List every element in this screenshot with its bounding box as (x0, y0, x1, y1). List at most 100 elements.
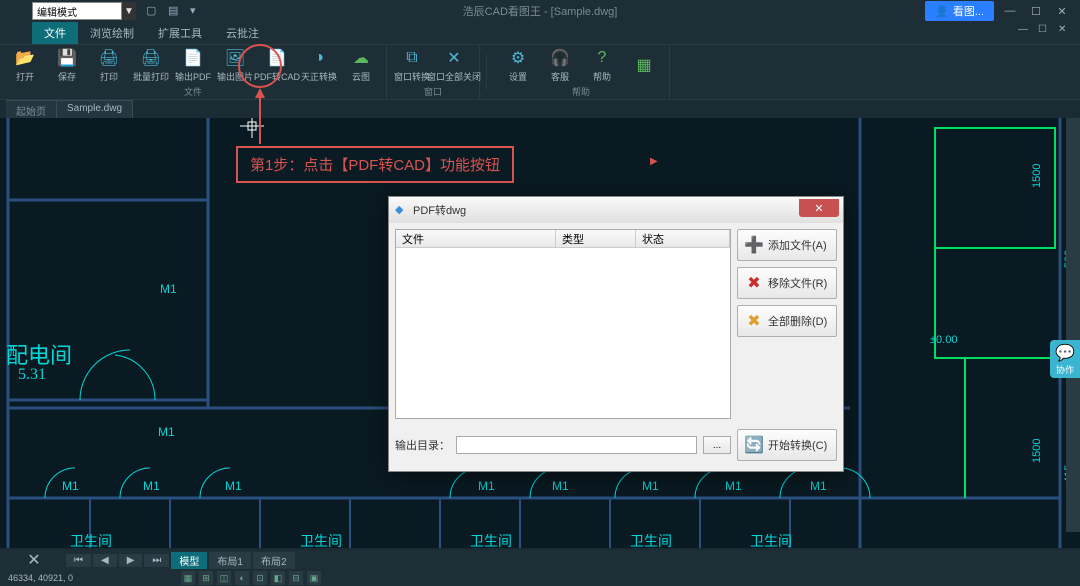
layout-nav-prev[interactable]: ◀ (93, 554, 117, 567)
add-file-label: 添加文件(A) (768, 237, 827, 253)
remove-file-button[interactable]: ✖ 移除文件(R) (737, 267, 837, 299)
status-tool-7[interactable]: ⊟ (289, 571, 303, 585)
mdi-close[interactable]: ✕ (1058, 24, 1072, 36)
window-switch-icon: ⧉ (402, 48, 422, 68)
callout-text: 第1步：点击【PDF转CAD】功能按钮 (250, 154, 500, 175)
close-button[interactable]: ✕ (1052, 3, 1072, 19)
dialog-titlebar[interactable]: ◆ PDF转dwg ✕ (389, 197, 843, 223)
ribbon-tianzheng[interactable]: ◑ 天正转换 (300, 45, 338, 85)
layout-tab-close[interactable]: ✕ (4, 550, 64, 570)
ribbon-cloud-label: 云图 (352, 70, 370, 83)
status-tool-5[interactable]: ⊡ (253, 571, 267, 585)
start-convert-button[interactable]: 🔄 开始转换(C) (737, 429, 837, 461)
col-file[interactable]: 文件 (396, 230, 556, 247)
status-tool-1[interactable]: ▦ (181, 571, 195, 585)
ribbon-batch-label: 批量打印 (133, 70, 169, 83)
svg-text:±0.00: ±0.00 (930, 334, 957, 346)
svg-text:卫生间: 卫生间 (470, 533, 512, 548)
pdf-to-dwg-dialog: ◆ PDF转dwg ✕ 文件 类型 状态 ➕ 添加文件(A) ✖ 移除文件(R)… (388, 196, 844, 472)
ribbon-group-window-label: 窗口 (424, 85, 442, 99)
svg-text:卫生间: 卫生间 (70, 533, 112, 548)
save-icon: 💾 (57, 48, 77, 68)
dialog-title: PDF转dwg (413, 202, 466, 218)
ribbon-open-label: 打开 (16, 70, 34, 83)
layout-tab-1[interactable]: 布局1 (209, 552, 251, 569)
ribbon-extra[interactable]: ▦ (625, 45, 663, 85)
ribbon-settings[interactable]: ⚙设置 (499, 45, 537, 85)
layout-nav-last[interactable]: ⏭ (144, 554, 169, 567)
col-type[interactable]: 类型 (556, 230, 636, 247)
menu-tab-tools[interactable]: 扩展工具 (146, 22, 214, 44)
ribbon-help-label: 帮助 (593, 70, 611, 83)
layout-nav-first[interactable]: ⏮ (66, 554, 91, 567)
mode-selector[interactable]: 编辑模式 (32, 2, 122, 20)
ribbon-support[interactable]: 🎧客服 (541, 45, 579, 85)
mdi-controls: — ☐ ✕ (1018, 24, 1072, 36)
status-tool-8[interactable]: ▣ (307, 571, 321, 585)
ribbon-tianzheng-label: 天正转换 (301, 70, 337, 83)
menu-tab-cloud[interactable]: 云批注 (214, 22, 271, 44)
annotation-circle (238, 44, 282, 88)
svg-text:M1: M1 (810, 479, 827, 493)
room-number: 5.31 (18, 366, 46, 384)
dialog-close-button[interactable]: ✕ (799, 199, 839, 217)
annotation-marker: ▶ (650, 156, 658, 167)
status-tool-6[interactable]: ◧ (271, 571, 285, 585)
output-dir-input[interactable] (456, 436, 697, 454)
layout-tab-model[interactable]: 模型 (171, 552, 207, 569)
collaboration-float-button[interactable]: 💬 协作 (1050, 340, 1080, 378)
print-icon: 🖨 (99, 48, 119, 68)
file-list[interactable]: 文件 类型 状态 (395, 229, 731, 419)
menu-bar: 文件 浏览绘制 扩展工具 云批注 (0, 22, 1080, 44)
status-tool-4[interactable]: ◐ (235, 571, 249, 585)
browse-button[interactable]: ... (703, 436, 731, 454)
ribbon-print[interactable]: 🖨打印 (90, 45, 128, 85)
maximize-button[interactable]: ☐ (1026, 3, 1046, 19)
doc-tab-start[interactable]: 起始页 (6, 100, 57, 118)
dim-label: 1500 (1031, 164, 1043, 188)
layout-tabs: ✕ ⏮ ◀ ▶ ⏭ 模型 布局1 布局2 (0, 550, 1080, 570)
ribbon-help[interactable]: ?帮助 (583, 45, 621, 85)
clear-all-button[interactable]: ✖ 全部删除(D) (737, 305, 837, 337)
mdi-restore[interactable]: ☐ (1038, 24, 1052, 36)
layout-tab-2[interactable]: 布局2 (253, 552, 295, 569)
doc-tab-sample[interactable]: Sample.dwg (57, 100, 133, 118)
x-icon: ✖ (744, 273, 764, 293)
chat-icon: 💬 (1055, 343, 1075, 363)
status-tool-2[interactable]: ⊞ (199, 571, 213, 585)
quick-access-toolbar: ▢ ▤ ▾ (146, 4, 204, 18)
ribbon-cloud[interactable]: ☁云图 (342, 45, 380, 85)
ribbon-save[interactable]: 💾 保存 (48, 45, 86, 85)
qat-save-icon[interactable]: ▤ (168, 4, 182, 18)
grid-icon: ▦ (634, 55, 654, 75)
menu-tab-browse[interactable]: 浏览绘制 (78, 22, 146, 44)
file-list-header: 文件 类型 状态 (396, 230, 730, 248)
svg-text:M1: M1 (62, 479, 79, 493)
ribbon-save-label: 保存 (58, 70, 76, 83)
ribbon-batch-print[interactable]: 🖨批量打印 (132, 45, 170, 85)
plus-icon: ➕ (744, 235, 764, 255)
float-label: 协作 (1056, 363, 1074, 376)
add-file-button[interactable]: ➕ 添加文件(A) (737, 229, 837, 261)
ribbon-open[interactable]: 📂打开 (6, 45, 44, 85)
qat-open-icon[interactable]: ▢ (146, 4, 160, 18)
svg-text:M1: M1 (478, 479, 495, 493)
status-tool-3[interactable]: ◫ (217, 571, 231, 585)
mode-dropdown-arrow[interactable]: ▼ (122, 2, 136, 20)
user-badge[interactable]: 👤 看图... (925, 1, 994, 21)
qat-dropdown-icon[interactable]: ▾ (190, 4, 204, 18)
ribbon-window-close-all[interactable]: ✕窗口全部关闭 (435, 45, 473, 85)
mdi-minimize[interactable]: — (1018, 24, 1032, 36)
col-status[interactable]: 状态 (636, 230, 730, 247)
headset-icon: 🎧 (550, 48, 570, 68)
convert-icon: ◑ (309, 48, 329, 68)
ribbon-export-pdf[interactable]: 📄输出PDF (174, 45, 212, 85)
vertical-scrollbar[interactable] (1066, 118, 1080, 532)
layout-nav-next[interactable]: ▶ (119, 554, 143, 567)
ribbon-window-switch[interactable]: ⧉窗口转换 (393, 45, 431, 85)
clear-icon: ✖ (744, 311, 764, 331)
menu-tab-file[interactable]: 文件 (32, 22, 78, 44)
gear-icon: ⚙ (508, 48, 528, 68)
minimize-button[interactable]: — (1000, 3, 1020, 19)
svg-text:M1: M1 (725, 479, 742, 493)
